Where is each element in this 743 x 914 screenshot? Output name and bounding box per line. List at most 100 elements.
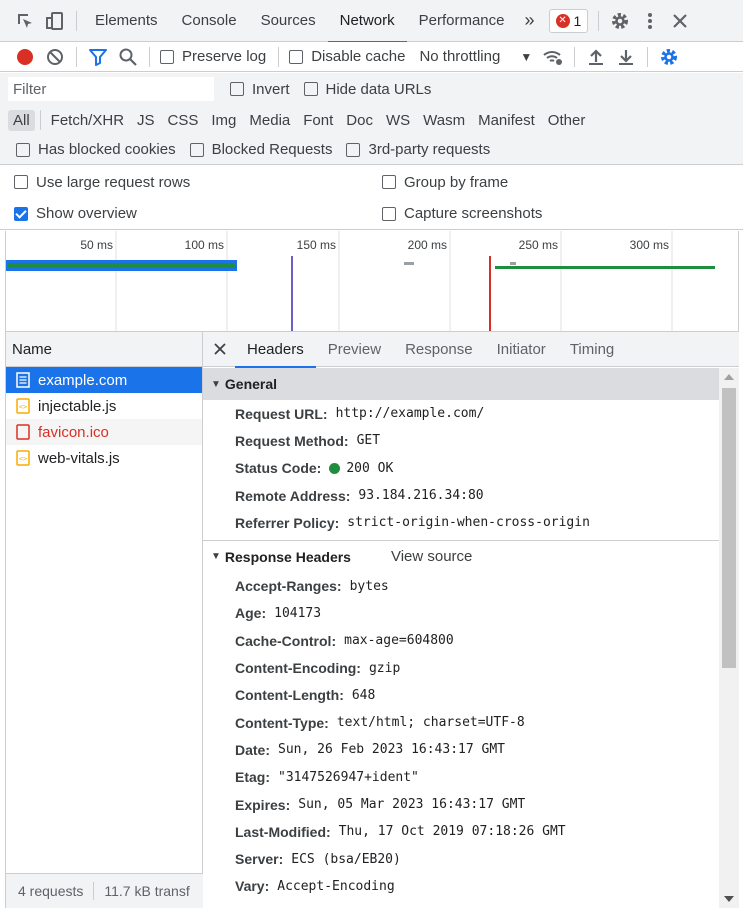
document-icon [16,372,30,388]
settings-gear-icon[interactable] [605,6,635,36]
import-har-icon[interactable] [581,42,611,72]
response-headers-section-header[interactable]: ▼ Response Headers View source [203,540,719,572]
header-row: Accept-Ranges: bytes [203,572,719,599]
tab-performance[interactable]: Performance [407,0,517,42]
checkbox-box[interactable] [230,82,244,96]
throttling-select[interactable]: No throttling ▼ [419,48,532,65]
network-settings-gear-icon[interactable] [654,42,684,72]
checkbox-box[interactable] [14,175,28,189]
network-settings-row: Show overview Capture screenshots [0,198,743,230]
header-value: text/html; charset=UTF-8 [336,715,525,731]
scroll-up-arrow-icon[interactable] [724,374,734,380]
filter-input[interactable] [8,77,214,101]
checkbox-box[interactable] [289,49,304,64]
tab-response[interactable]: Response [393,332,485,367]
large-request-rows-checkbox[interactable]: Use large request rows [14,174,190,191]
request-row[interactable]: example.com [6,367,202,393]
type-filter-manifest[interactable]: Manifest [473,110,540,131]
request-row[interactable]: favicon.ico [6,419,202,445]
show-overview-checkbox[interactable]: Show overview [14,205,137,222]
toolbar-divider [598,10,600,31]
clear-icon[interactable] [40,42,70,72]
close-details-icon[interactable] [205,334,235,364]
checkbox-box-checked[interactable] [14,206,28,221]
overview-timeline[interactable]: 50 ms 100 ms 150 ms 200 ms 250 ms 300 ms [6,231,738,331]
header-row: Date: Sun, 26 Feb 2023 16:43:17 GMT [203,736,719,763]
header-key: Date: [235,741,271,758]
network-conditions-icon[interactable] [538,42,568,72]
scrollbar-thumb[interactable] [722,388,736,668]
record-icon[interactable] [10,42,40,72]
export-har-icon[interactable] [611,42,641,72]
general-section-header[interactable]: ▼ General [203,368,719,400]
more-options-icon[interactable] [635,6,665,36]
header-value: 104173 [274,605,322,621]
detail-tab-bar: Headers Preview Response Initiator Timin… [203,332,739,368]
header-key: Request URL: [235,405,328,422]
blocked-requests-checkbox[interactable]: Blocked Requests [189,141,332,158]
request-row[interactable]: <> injectable.js [6,393,202,419]
large-request-rows-label: Use large request rows [36,173,191,191]
tab-console[interactable]: Console [170,0,249,42]
scroll-down-arrow-icon[interactable] [724,896,734,902]
more-tabs-button[interactable]: » [517,0,543,42]
type-filter-media[interactable]: Media [244,110,295,131]
view-source-link[interactable]: View source [391,548,472,565]
tab-preview[interactable]: Preview [316,332,393,367]
has-blocked-cookies-checkbox[interactable]: Has blocked cookies [16,141,176,158]
search-icon[interactable] [113,42,143,72]
header-row: Content-Encoding: gzip [203,654,719,681]
inspect-element-icon[interactable] [10,6,40,36]
error-count: 1 [573,12,582,29]
tab-elements[interactable]: Elements [83,0,170,42]
device-toolbar-icon[interactable] [40,6,70,36]
tab-timing[interactable]: Timing [558,332,626,367]
checkbox-box[interactable] [160,49,174,64]
checkbox-box[interactable] [382,175,396,189]
request-row[interactable]: <> web-vitals.js [6,445,202,471]
type-filter-js[interactable]: JS [132,110,160,131]
group-by-frame-checkbox[interactable]: Group by frame [382,174,508,191]
filter-icon[interactable] [83,42,113,72]
header-row: Status Code: 200 OK [203,455,719,482]
devtools-tab-bar: Elements Console Sources Network Perform… [0,0,743,43]
header-key: Content-Type: [235,714,329,731]
svg-text:<>: <> [19,455,27,463]
name-column-header[interactable]: Name [6,332,202,367]
details-scrollbar[interactable] [719,368,739,908]
checkbox-box[interactable] [189,142,204,157]
type-filter-ws[interactable]: WS [381,110,415,131]
close-devtools-icon[interactable] [665,6,695,36]
section-title: Response Headers [224,548,351,565]
header-value: Sun, 05 Mar 2023 16:43:17 GMT [298,797,526,812]
tick-label: 250 ms [519,238,558,252]
third-party-requests-checkbox[interactable]: 3rd-party requests [346,141,490,158]
type-filter-doc[interactable]: Doc [341,110,378,131]
checkbox-box[interactable] [303,82,318,96]
invert-checkbox[interactable]: Invert [230,81,290,98]
header-value: gzip [368,660,401,676]
hide-data-urls-checkbox[interactable]: Hide data URLs [303,81,431,98]
type-filter-fetch-xhr[interactable]: Fetch/XHR [46,110,129,131]
disable-cache-checkbox[interactable]: Disable cache [289,48,405,65]
tab-initiator[interactable]: Initiator [485,332,558,367]
checkbox-box[interactable] [346,142,361,157]
capture-screenshots-checkbox[interactable]: Capture screenshots [382,205,542,222]
type-filter-wasm[interactable]: Wasm [418,110,470,131]
error-count-badge[interactable]: ✕ 1 [548,8,589,33]
type-filter-css[interactable]: CSS [163,110,204,131]
request-bar [404,262,414,265]
preserve-log-checkbox[interactable]: Preserve log [160,48,266,65]
tab-headers[interactable]: Headers [235,332,316,368]
type-filter-other[interactable]: Other [543,110,591,131]
tab-network[interactable]: Network [327,0,407,43]
status-bar: 4 requests 11.7 kB transf [6,873,203,908]
type-filter-all[interactable]: All [8,109,35,131]
network-overview[interactable]: 50 ms 100 ms 150 ms 200 ms 250 ms 300 ms [5,231,739,332]
toolbar-divider [278,46,280,67]
tab-sources[interactable]: Sources [249,0,328,42]
type-filter-font[interactable]: Font [298,110,338,131]
checkbox-box[interactable] [16,142,30,157]
type-filter-img[interactable]: Img [206,110,241,131]
checkbox-box[interactable] [382,206,396,221]
